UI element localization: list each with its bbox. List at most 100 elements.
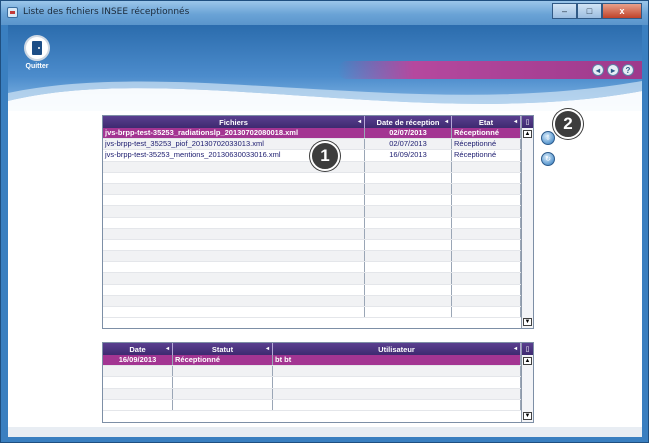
table-cell-date — [365, 172, 452, 183]
table-cell-status — [452, 206, 521, 217]
sort-icon: ◂ — [513, 119, 517, 125]
empty-row — [103, 262, 521, 274]
empty-row — [103, 366, 521, 378]
column-label: Fichiers — [219, 117, 248, 127]
column-label: Utilisateur — [378, 344, 415, 354]
table-cell-date — [365, 206, 452, 217]
table-cell-file — [103, 172, 365, 183]
close-button[interactable]: x — [602, 3, 642, 19]
minimize-button[interactable]: – — [552, 3, 577, 19]
files-grid-header: Fichiers ◂ Date de réception ◂ Etat ◂ — [103, 116, 521, 128]
empty-row — [103, 377, 521, 389]
door-icon — [24, 35, 50, 61]
sort-icon: ◂ — [513, 346, 517, 352]
scroll-down-button[interactable]: ▼ — [523, 318, 532, 326]
empty-row — [103, 183, 521, 196]
header-icons: ◂ ▸ ? — [592, 64, 634, 76]
table-cell-status: Réceptionné — [173, 355, 273, 366]
table-row[interactable]: jvs-brpp-test-35253_radiationslp_2013070… — [103, 128, 521, 140]
column-header-date[interactable]: Date ◂ — [103, 343, 173, 355]
grid-menu-icon[interactable]: ▯ — [522, 116, 533, 128]
scroll-down-button[interactable]: ▼ — [523, 412, 532, 420]
app-header: Quitter ◂ ▸ ? — [8, 25, 642, 131]
table-cell-status — [173, 377, 273, 388]
quit-button[interactable]: Quitter — [20, 35, 54, 70]
table-cell-status — [452, 284, 521, 295]
column-header-fichiers[interactable]: Fichiers ◂ — [103, 116, 365, 128]
column-label: Date de réception — [376, 117, 440, 127]
table-cell-status — [452, 172, 521, 183]
callout-marker-1: 1 — [310, 141, 340, 171]
window-title: Liste des fichiers INSEE réceptionnés — [23, 7, 190, 17]
refresh-button[interactable]: ↻ — [541, 152, 555, 166]
column-header-etat[interactable]: Etat ◂ — [452, 116, 521, 128]
table-cell-date — [365, 217, 452, 228]
grid-menu-icon[interactable]: ▯ — [522, 343, 533, 355]
table-cell-user — [273, 377, 521, 388]
table-cell-status — [452, 217, 521, 228]
help-icon[interactable]: ? — [622, 64, 634, 76]
empty-row — [103, 399, 521, 411]
table-cell-file — [103, 239, 365, 251]
quit-label: Quitter — [25, 63, 49, 70]
sort-icon: ◂ — [357, 119, 361, 125]
table-cell-status — [452, 239, 521, 251]
table-cell-user — [273, 366, 521, 377]
empty-row — [103, 239, 521, 252]
table-cell-status — [173, 399, 273, 410]
column-header-utilisateur[interactable]: Utilisateur ◂ — [273, 343, 521, 355]
table-cell-status — [452, 307, 521, 318]
scroll-up-button[interactable]: ▲ — [523, 357, 532, 365]
table-cell-date — [365, 251, 452, 262]
table-cell-status — [173, 366, 273, 377]
status-strip — [8, 427, 642, 437]
table-cell-user — [273, 388, 521, 399]
title-bar[interactable]: Liste des fichiers INSEE réceptionnés – … — [1, 1, 648, 25]
maximize-button[interactable]: □ — [577, 3, 602, 19]
table-cell-file — [103, 307, 365, 318]
table-cell-status — [173, 388, 273, 399]
table-cell-date — [365, 183, 452, 195]
history-grid-body: 16/09/2013 Réceptionné bt bt — [103, 355, 521, 411]
column-header-date-reception[interactable]: Date de réception ◂ — [365, 116, 452, 128]
history-grid: Date ◂ Statut ◂ Utilisateur ◂ 16/09/2013 Réc… — [102, 342, 534, 423]
table-cell-date — [365, 295, 452, 306]
column-header-statut[interactable]: Statut ◂ — [173, 343, 273, 355]
window-controls: – □ x — [552, 3, 642, 19]
empty-row — [103, 217, 521, 229]
sort-icon: ◂ — [444, 119, 448, 125]
history-scrollbar[interactable]: ▯ ▲ ▼ — [521, 343, 533, 422]
integrate-button[interactable]: ⇩ — [541, 131, 555, 145]
table-cell-status — [452, 273, 521, 284]
client-area: Quitter ◂ ▸ ? Fichiers ◂ Date de réceptio… — [8, 25, 642, 437]
table-cell-file — [103, 206, 365, 217]
table-row[interactable]: 16/09/2013 Réceptionné bt bt — [103, 355, 521, 367]
table-cell-status: Réceptionné — [452, 128, 521, 139]
empty-row — [103, 251, 521, 263]
files-scrollbar[interactable]: ▯ ▲ ▼ — [521, 116, 533, 328]
table-cell-file — [103, 183, 365, 195]
table-cell-status: Réceptionné — [452, 150, 521, 161]
table-cell-date — [365, 161, 452, 172]
table-cell-status — [452, 251, 521, 262]
table-cell-date — [365, 307, 452, 318]
table-cell-date — [103, 399, 173, 410]
table-cell-file — [103, 251, 365, 262]
table-cell-status — [452, 295, 521, 306]
forward-icon[interactable]: ▸ — [607, 64, 619, 76]
table-cell-status: Réceptionné — [452, 139, 521, 150]
table-cell-date — [365, 195, 452, 206]
table-cell-date — [103, 366, 173, 377]
scroll-up-button[interactable]: ▲ — [523, 130, 532, 138]
back-icon[interactable]: ◂ — [592, 64, 604, 76]
table-cell-status — [452, 195, 521, 206]
table-cell-file — [103, 295, 365, 306]
table-cell-date — [365, 273, 452, 284]
table-cell-status — [452, 183, 521, 195]
table-cell-date — [103, 377, 173, 388]
table-cell-date: 16/09/2013 — [103, 355, 173, 366]
column-label: Etat — [478, 117, 494, 127]
table-cell-date — [365, 262, 452, 273]
table-cell-file — [103, 195, 365, 206]
table-cell-file — [103, 284, 365, 295]
